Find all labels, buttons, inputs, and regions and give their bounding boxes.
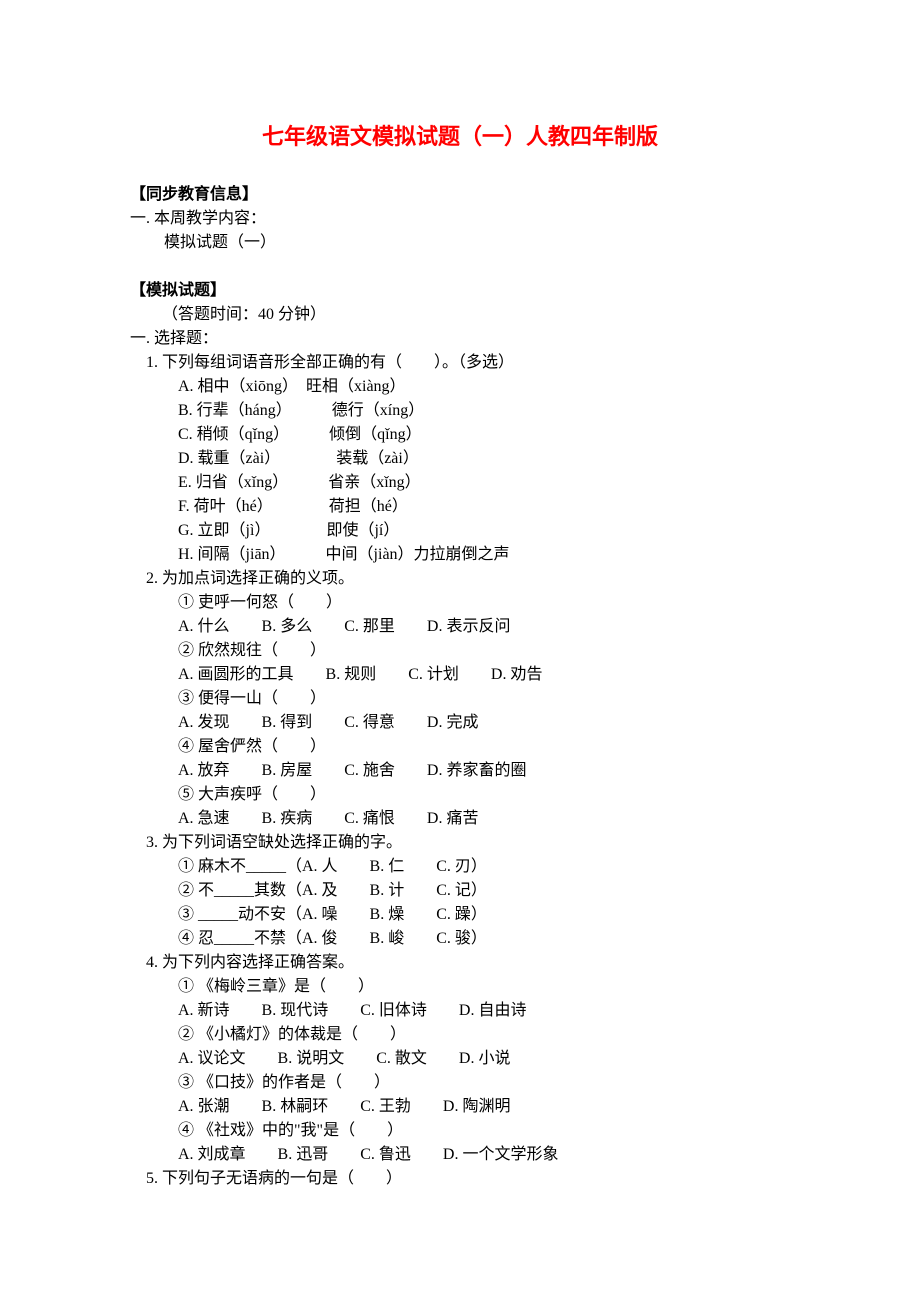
doc-title: 七年级语文模拟试题（一）人教四年制版 — [130, 120, 790, 153]
section-mock-exam: 【模拟试题】 — [130, 279, 790, 303]
q4-sub3-opts: A. 张潮 B. 林嗣环 C. 王勃 D. 陶渊明 — [130, 1095, 790, 1119]
q2-sub5: ⑤ 大声疾呼（ ） — [130, 783, 790, 807]
q2-sub2: ② 欣然规往（ ） — [130, 639, 790, 663]
q1-opt-c: C. 稍倾（qǐng） 倾倒（qǐng） — [130, 423, 790, 447]
q4-sub2-opts: A. 议论文 B. 说明文 C. 散文 D. 小说 — [130, 1047, 790, 1071]
q4-sub1: ① 《梅岭三章》是（ ） — [130, 975, 790, 999]
q3-sub4: ④ 忍_____不禁（A. 俊 B. 峻 C. 骏） — [130, 927, 790, 951]
q3-sub1: ① 麻木不_____（A. 人 B. 仁 C. 刃） — [130, 855, 790, 879]
q2-sub3-opts: A. 发现 B. 得到 C. 得意 D. 完成 — [130, 711, 790, 735]
q1-opt-d: D. 载重（zài） 装载（zài） — [130, 447, 790, 471]
q3-sub3: ③ _____动不安（A. 噪 B. 燥 C. 躁） — [130, 903, 790, 927]
q2-sub5-opts: A. 急速 B. 疾病 C. 痛恨 D. 痛苦 — [130, 807, 790, 831]
q4-sub1-opts: A. 新诗 B. 现代诗 C. 旧体诗 D. 自由诗 — [130, 999, 790, 1023]
q1-opt-g: G. 立即（jì） 即使（jí） — [130, 519, 790, 543]
q2-sub3: ③ 便得一山（ ） — [130, 687, 790, 711]
q1-opt-a: A. 相中（xiōng） 旺相（xiàng） — [130, 375, 790, 399]
q1-opt-b: B. 行辈（háng） 德行（xíng） — [130, 399, 790, 423]
q4-sub3: ③ 《口技》的作者是（ ） — [130, 1071, 790, 1095]
q2-sub1: ① 吏呼一何怒（ ） — [130, 591, 790, 615]
q1-opt-h: H. 间隔（jiān） 中间（jiàn）力拉崩倒之声 — [130, 543, 790, 567]
q4-sub4: ④ 《社戏》中的"我"是（ ） — [130, 1119, 790, 1143]
part-mcq-header: 一. 选择题： — [130, 327, 790, 351]
time-note: （答题时间：40 分钟） — [130, 303, 790, 327]
q3-sub2: ② 不_____其数（A. 及 B. 计 C. 记） — [130, 879, 790, 903]
q5-stem: 5. 下列句子无语病的一句是（ ） — [130, 1167, 790, 1191]
section-sync-info: 【同步教育信息】 — [130, 183, 790, 207]
q2-sub2-opts: A. 画圆形的工具 B. 规则 C. 计划 D. 劝告 — [130, 663, 790, 687]
q2-sub1-opts: A. 什么 B. 多么 C. 那里 D. 表示反问 — [130, 615, 790, 639]
q1-stem: 1. 下列每组词语音形全部正确的有（ ）。（多选） — [130, 351, 790, 375]
q2-sub4: ④ 屋舍俨然（ ） — [130, 735, 790, 759]
q2-stem: 2. 为加点词选择正确的义项。 — [130, 567, 790, 591]
q1-opt-f: F. 荷叶（hé） 荷担（hé） — [130, 495, 790, 519]
q3-stem: 3. 为下列词语空缺处选择正确的字。 — [130, 831, 790, 855]
weekly-content: 模拟试题（一） — [130, 231, 790, 255]
q4-stem: 4. 为下列内容选择正确答案。 — [130, 951, 790, 975]
q4-sub2: ② 《小橘灯》的体裁是（ ） — [130, 1023, 790, 1047]
q2-sub4-opts: A. 放弃 B. 房屋 C. 施舍 D. 养家畜的圈 — [130, 759, 790, 783]
q4-sub4-opts: A. 刘成章 B. 迅哥 C. 鲁迅 D. 一个文学形象 — [130, 1143, 790, 1167]
weekly-prefix: 一. 本周教学内容： — [130, 207, 790, 231]
q1-opt-e: E. 归省（xǐng） 省亲（xǐng） — [130, 471, 790, 495]
